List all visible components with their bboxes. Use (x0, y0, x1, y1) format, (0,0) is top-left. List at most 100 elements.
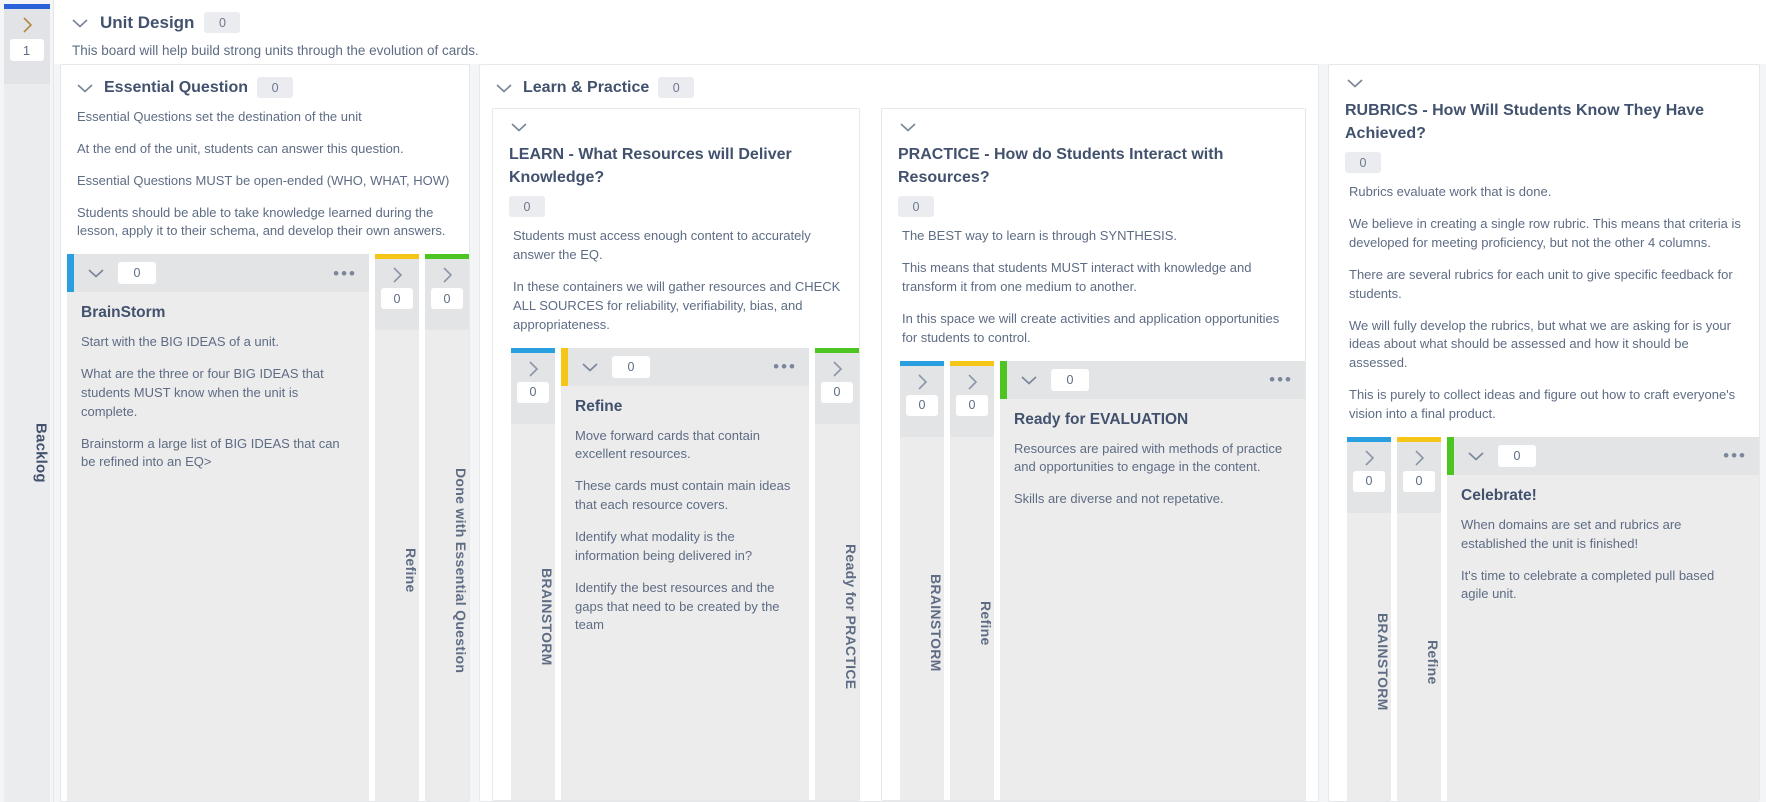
chevron-right-icon[interactable] (1363, 448, 1375, 468)
chevron-right-icon[interactable] (1413, 448, 1425, 468)
column-header[interactable]: 0 ••• (67, 254, 369, 293)
card-ready-for-evaluation[interactable]: Ready for EVALUATION Resources are paire… (1000, 399, 1305, 800)
column-ready-for-evaluation: 0 ••• Ready for EVALUATION Resources are… (1000, 360, 1305, 800)
ellipsis-icon[interactable]: ••• (773, 358, 797, 375)
column-refine: 0 ••• Refine Move forward cards that con… (561, 347, 809, 800)
chevron-down-icon[interactable] (1019, 374, 1039, 386)
card-body-line: What are the three or four BIG IDEAS tha… (81, 366, 324, 419)
column-count-badge: 0 (118, 262, 156, 285)
collapsed-column-header[interactable]: 0 (375, 254, 419, 331)
column-collapsed-refine[interactable]: 0 Refine (1397, 436, 1441, 801)
lane-title: Essential Question (104, 78, 249, 96)
backlog-rail-header[interactable]: 1 (3, 4, 50, 84)
chevron-right-icon[interactable] (21, 15, 33, 35)
ellipsis-icon[interactable]: ••• (1269, 371, 1293, 388)
collapsed-column-label: Ready for PRACTICE (815, 423, 859, 800)
sublane-header-learn[interactable]: LEARN - What Resources will Deliver Know… (493, 109, 859, 218)
sublane-description-line: We will fully develop the rubrics, but w… (1349, 317, 1731, 371)
card-body-line: Move forward cards that contain excellen… (575, 427, 760, 462)
chevron-down-icon[interactable] (75, 82, 95, 94)
columns-row: 0 BRAINSTORM 0 ••• Refine Move forward c… (493, 347, 859, 800)
sublane-title: RUBRICS - How Will Students Know They Ha… (1345, 102, 1704, 143)
collapsed-column-header[interactable]: 0 (1347, 436, 1391, 513)
collapsed-column-label: BRAINSTORM (1347, 512, 1391, 801)
column-collapsed-brainstorm[interactable]: 0 BRAINSTORM (1347, 436, 1391, 801)
sublane-description-line: There are several rubrics for each unit … (1349, 266, 1733, 301)
collapsed-column-count-badge: 0 (821, 381, 853, 403)
chevron-down-icon[interactable] (494, 82, 514, 94)
sublane-description-line: Rubrics evaluate work that is done. (1349, 184, 1552, 200)
column-collapsed-done-with-essential-question[interactable]: 0 Done with Essential Question (425, 254, 469, 801)
chevron-right-icon[interactable] (916, 372, 928, 392)
sublane-description-line: The BEST way to learn is through SYNTHES… (902, 228, 1178, 244)
collapsed-column-header[interactable]: 0 (511, 347, 555, 424)
chevron-right-icon[interactable] (831, 359, 843, 379)
collapsed-column-label: Refine (375, 330, 419, 801)
card-brainstorm[interactable]: BrainStorm Start with the BIG IDEAS of a… (67, 292, 369, 801)
sublane-title: PRACTICE - How do Students Interact with… (898, 146, 1224, 187)
chevron-right-icon[interactable] (441, 265, 453, 285)
chevron-down-icon[interactable] (1466, 450, 1486, 462)
sublane-header-rubrics[interactable]: RUBRICS - How Will Students Know They Ha… (1329, 65, 1759, 174)
card-refine[interactable]: Refine Move forward cards that contain e… (561, 386, 809, 800)
board-header: Unit Design 0 This board will help build… (54, 0, 1766, 64)
column-brainstorm: 0 ••• BrainStorm Start with the BIG IDEA… (67, 254, 369, 801)
chevron-right-icon[interactable] (391, 265, 403, 285)
backlog-count-badge: 1 (9, 39, 44, 61)
ellipsis-icon[interactable]: ••• (333, 265, 357, 282)
sublane-count-badge: 0 (509, 196, 545, 218)
chevron-down-icon[interactable] (1345, 77, 1743, 89)
column-header[interactable]: 0 ••• (561, 347, 809, 386)
card-body-line: It's time to celebrate a completed pull … (1461, 567, 1715, 602)
chevron-down-icon[interactable] (86, 267, 106, 279)
page-title: Unit Design (100, 12, 195, 32)
sublane-rubrics: RUBRICS - How Will Students Know They Ha… (1329, 65, 1759, 801)
sublane-count-badge: 0 (898, 196, 934, 218)
lane-rubrics: RUBRICS - How Will Students Know They Ha… (1328, 64, 1760, 802)
card-title: Refine (575, 397, 623, 415)
collapsed-column-label: BRAINSTORM (511, 423, 555, 800)
chevron-right-icon[interactable] (966, 372, 978, 392)
chevron-down-icon[interactable] (898, 121, 1289, 133)
lane-header-learn-and-practice[interactable]: Learn & Practice 0 (480, 65, 1318, 102)
sublane-description: Rubrics evaluate work that is done. We b… (1329, 173, 1759, 436)
sublane-learn: LEARN - What Resources will Deliver Know… (492, 108, 860, 801)
ellipsis-icon[interactable]: ••• (1723, 447, 1747, 464)
column-header[interactable]: 0 ••• (1000, 360, 1305, 399)
column-collapsed-refine[interactable]: 0 Refine (375, 254, 419, 801)
lane-title: Learn & Practice (523, 78, 650, 96)
card-celebrate[interactable]: Celebrate! When domains are set and rubr… (1447, 475, 1759, 801)
collapsed-column-header[interactable]: 0 (815, 347, 859, 424)
chevron-down-icon[interactable] (509, 121, 843, 133)
sublane-description: Students must access enough content to a… (493, 217, 859, 347)
collapsed-column-header[interactable]: 0 (900, 360, 944, 437)
chevron-right-icon[interactable] (527, 359, 539, 379)
lane-learn-and-practice: Learn & Practice 0 LEARN - What Resource… (479, 64, 1319, 802)
collapsed-column-count-badge: 0 (956, 394, 988, 416)
kanban-board-app: 1 Backlog Unit Design 0 This board will … (0, 0, 1766, 802)
column-collapsed-ready-for-practice[interactable]: 0 Ready for PRACTICE (815, 347, 859, 800)
chevron-down-icon[interactable] (70, 17, 90, 29)
collapsed-column-header[interactable]: 0 (1397, 436, 1441, 513)
lane-header-essential-question[interactable]: Essential Question 0 (61, 65, 469, 102)
column-count-badge: 0 (612, 355, 650, 378)
column-header[interactable]: 0 ••• (1447, 436, 1759, 475)
sublane-description: The BEST way to learn is through SYNTHES… (882, 217, 1305, 360)
column-collapsed-brainstorm[interactable]: 0 BRAINSTORM (900, 360, 944, 800)
sublane-header-practice[interactable]: PRACTICE - How do Students Interact with… (882, 109, 1305, 218)
card-body-line: Identify what modality is the informatio… (575, 528, 753, 563)
collapsed-column-header[interactable]: 0 (425, 254, 469, 331)
collapsed-column-count-badge: 0 (906, 394, 938, 416)
sublane-description-line: We believe in creating a single row rubr… (1349, 216, 1741, 251)
column-collapsed-brainstorm[interactable]: 0 BRAINSTORM (511, 347, 555, 800)
collapsed-column-header[interactable]: 0 (950, 360, 994, 437)
sublane-description-line: This is purely to collect ideas and figu… (1349, 387, 1736, 421)
card-body-line: Resources are paired with methods of pra… (1014, 440, 1283, 475)
board-count-badge: 0 (204, 12, 241, 33)
collapsed-column-count-badge: 0 (381, 288, 413, 310)
chevron-down-icon[interactable] (580, 361, 600, 373)
column-collapsed-refine[interactable]: 0 Refine (950, 360, 994, 800)
sublane-count-badge: 0 (1345, 152, 1381, 174)
collapsed-column-label: Done with Essential Question (425, 330, 469, 801)
columns-row: 0 BRAINSTORM 0 Refine 0 ••• Celebrate! W… (1329, 436, 1759, 801)
